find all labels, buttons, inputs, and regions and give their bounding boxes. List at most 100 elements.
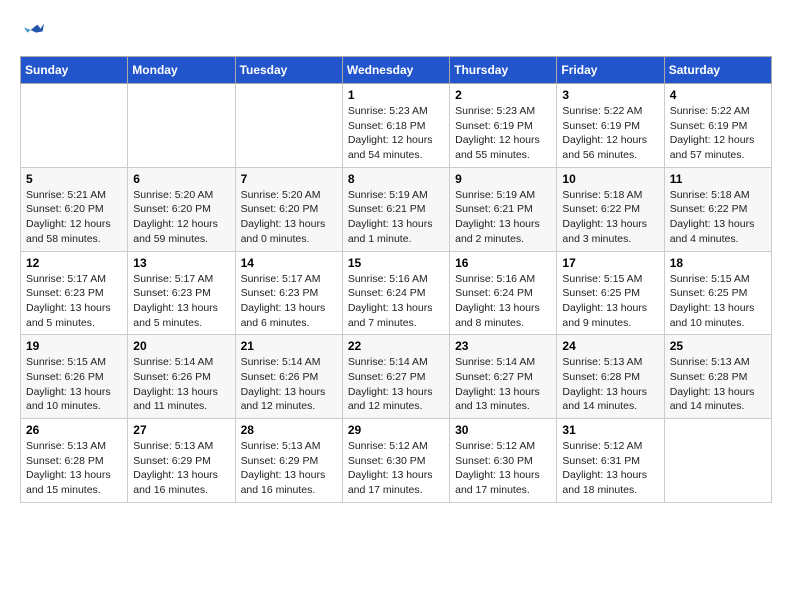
day-info: Sunrise: 5:23 AM Sunset: 6:19 PM Dayligh…	[455, 104, 551, 163]
day-info: Sunrise: 5:22 AM Sunset: 6:19 PM Dayligh…	[562, 104, 658, 163]
day-info: Sunrise: 5:14 AM Sunset: 6:27 PM Dayligh…	[348, 355, 444, 414]
calendar-day-cell: 4 Sunrise: 5:22 AM Sunset: 6:19 PM Daylig…	[664, 84, 771, 168]
day-info: Sunrise: 5:14 AM Sunset: 6:26 PM Dayligh…	[241, 355, 337, 414]
calendar-day-cell: 5 Sunrise: 5:21 AM Sunset: 6:20 PM Daylig…	[21, 167, 128, 251]
day-number: 22	[348, 339, 444, 353]
calendar-day-cell: 29 Sunrise: 5:12 AM Sunset: 6:30 PM Dayli…	[342, 419, 449, 503]
day-info: Sunrise: 5:13 AM Sunset: 6:29 PM Dayligh…	[133, 439, 229, 498]
calendar-day-cell: 30 Sunrise: 5:12 AM Sunset: 6:30 PM Dayli…	[450, 419, 557, 503]
day-info: Sunrise: 5:18 AM Sunset: 6:22 PM Dayligh…	[670, 188, 766, 247]
day-number: 3	[562, 88, 658, 102]
calendar-day-cell: 13Sunrise: 5:17 AM Sunset: 6:23 PM Dayli…	[128, 251, 235, 335]
calendar-day-cell: 3 Sunrise: 5:22 AM Sunset: 6:19 PM Daylig…	[557, 84, 664, 168]
calendar-day-cell: 31 Sunrise: 5:12 AM Sunset: 6:31 PM Dayli…	[557, 419, 664, 503]
day-number: 30	[455, 423, 551, 437]
day-number: 8	[348, 172, 444, 186]
day-number: 4	[670, 88, 766, 102]
day-info: Sunrise: 5:21 AM Sunset: 6:20 PM Dayligh…	[26, 188, 122, 247]
day-info: Sunrise: 5:19 AM Sunset: 6:21 PM Dayligh…	[348, 188, 444, 247]
calendar-table: SundayMondayTuesdayWednesdayThursdayFrid…	[20, 56, 772, 503]
day-number: 7	[241, 172, 337, 186]
calendar-day-cell: 8 Sunrise: 5:19 AM Sunset: 6:21 PM Daylig…	[342, 167, 449, 251]
calendar-day-cell: 23Sunrise: 5:14 AM Sunset: 6:27 PM Dayli…	[450, 335, 557, 419]
logo-bird-icon	[24, 20, 44, 40]
day-number: 19	[26, 339, 122, 353]
day-info: Sunrise: 5:13 AM Sunset: 6:28 PM Dayligh…	[670, 355, 766, 414]
calendar-day-cell	[21, 84, 128, 168]
weekday-header: Tuesday	[235, 57, 342, 84]
day-number: 5	[26, 172, 122, 186]
day-number: 20	[133, 339, 229, 353]
weekday-header: Wednesday	[342, 57, 449, 84]
day-info: Sunrise: 5:13 AM Sunset: 6:29 PM Dayligh…	[241, 439, 337, 498]
day-info: Sunrise: 5:14 AM Sunset: 6:26 PM Dayligh…	[133, 355, 229, 414]
calendar-week-row: 19 Sunrise: 5:15 AM Sunset: 6:26 PM Dayli…	[21, 335, 772, 419]
day-info: Sunrise: 5:16 AM Sunset: 6:24 PM Dayligh…	[348, 272, 444, 331]
calendar-day-cell	[664, 419, 771, 503]
day-number: 28	[241, 423, 337, 437]
calendar-day-cell: 18 Sunrise: 5:15 AM Sunset: 6:25 PM Dayli…	[664, 251, 771, 335]
day-number: 11	[670, 172, 766, 186]
weekday-header: Thursday	[450, 57, 557, 84]
calendar-day-cell	[128, 84, 235, 168]
day-info: Sunrise: 5:17 AM Sunset: 6:23 PM Dayligh…	[241, 272, 337, 331]
calendar-day-cell: 10Sunrise: 5:18 AM Sunset: 6:22 PM Dayli…	[557, 167, 664, 251]
day-info: Sunrise: 5:12 AM Sunset: 6:30 PM Dayligh…	[348, 439, 444, 498]
weekday-header: Sunday	[21, 57, 128, 84]
calendar-week-row: 5 Sunrise: 5:21 AM Sunset: 6:20 PM Daylig…	[21, 167, 772, 251]
calendar-day-cell: 25 Sunrise: 5:13 AM Sunset: 6:28 PM Dayli…	[664, 335, 771, 419]
calendar-day-cell: 2 Sunrise: 5:23 AM Sunset: 6:19 PM Daylig…	[450, 84, 557, 168]
day-info: Sunrise: 5:16 AM Sunset: 6:24 PM Dayligh…	[455, 272, 551, 331]
day-info: Sunrise: 5:22 AM Sunset: 6:19 PM Dayligh…	[670, 104, 766, 163]
calendar-day-cell: 11 Sunrise: 5:18 AM Sunset: 6:22 PM Dayli…	[664, 167, 771, 251]
weekday-header: Monday	[128, 57, 235, 84]
calendar-day-cell: 20 Sunrise: 5:14 AM Sunset: 6:26 PM Dayli…	[128, 335, 235, 419]
day-info: Sunrise: 5:12 AM Sunset: 6:31 PM Dayligh…	[562, 439, 658, 498]
calendar-day-cell: 22 Sunrise: 5:14 AM Sunset: 6:27 PM Dayli…	[342, 335, 449, 419]
day-number: 29	[348, 423, 444, 437]
calendar-day-cell: 19 Sunrise: 5:15 AM Sunset: 6:26 PM Dayli…	[21, 335, 128, 419]
day-info: Sunrise: 5:23 AM Sunset: 6:18 PM Dayligh…	[348, 104, 444, 163]
calendar-day-cell: 1 Sunrise: 5:23 AM Sunset: 6:18 PM Daylig…	[342, 84, 449, 168]
calendar-day-cell: 28 Sunrise: 5:13 AM Sunset: 6:29 PM Dayli…	[235, 419, 342, 503]
calendar-day-cell: 26Sunrise: 5:13 AM Sunset: 6:28 PM Dayli…	[21, 419, 128, 503]
day-info: Sunrise: 5:13 AM Sunset: 6:28 PM Dayligh…	[562, 355, 658, 414]
day-number: 1	[348, 88, 444, 102]
day-info: Sunrise: 5:15 AM Sunset: 6:25 PM Dayligh…	[670, 272, 766, 331]
calendar-day-cell: 16 Sunrise: 5:16 AM Sunset: 6:24 PM Dayli…	[450, 251, 557, 335]
calendar-week-row: 26Sunrise: 5:13 AM Sunset: 6:28 PM Dayli…	[21, 419, 772, 503]
day-number: 25	[670, 339, 766, 353]
day-number: 18	[670, 256, 766, 270]
day-number: 17	[562, 256, 658, 270]
calendar-week-row: 1 Sunrise: 5:23 AM Sunset: 6:18 PM Daylig…	[21, 84, 772, 168]
day-info: Sunrise: 5:19 AM Sunset: 6:21 PM Dayligh…	[455, 188, 551, 247]
weekday-header: Friday	[557, 57, 664, 84]
day-number: 27	[133, 423, 229, 437]
day-info: Sunrise: 5:15 AM Sunset: 6:26 PM Dayligh…	[26, 355, 122, 414]
day-number: 13	[133, 256, 229, 270]
calendar-day-cell: 12Sunrise: 5:17 AM Sunset: 6:23 PM Dayli…	[21, 251, 128, 335]
day-number: 23	[455, 339, 551, 353]
calendar-day-cell: 27 Sunrise: 5:13 AM Sunset: 6:29 PM Dayli…	[128, 419, 235, 503]
day-number: 6	[133, 172, 229, 186]
day-number: 21	[241, 339, 337, 353]
calendar-day-cell	[235, 84, 342, 168]
day-info: Sunrise: 5:17 AM Sunset: 6:23 PM Dayligh…	[26, 272, 122, 331]
calendar-day-cell: 6 Sunrise: 5:20 AM Sunset: 6:20 PM Daylig…	[128, 167, 235, 251]
day-info: Sunrise: 5:20 AM Sunset: 6:20 PM Dayligh…	[133, 188, 229, 247]
day-number: 31	[562, 423, 658, 437]
day-number: 9	[455, 172, 551, 186]
day-info: Sunrise: 5:12 AM Sunset: 6:30 PM Dayligh…	[455, 439, 551, 498]
calendar-header-row: SundayMondayTuesdayWednesdayThursdayFrid…	[21, 57, 772, 84]
calendar-day-cell: 21 Sunrise: 5:14 AM Sunset: 6:26 PM Dayli…	[235, 335, 342, 419]
calendar-day-cell: 9 Sunrise: 5:19 AM Sunset: 6:21 PM Daylig…	[450, 167, 557, 251]
day-info: Sunrise: 5:18 AM Sunset: 6:22 PM Dayligh…	[562, 188, 658, 247]
day-number: 16	[455, 256, 551, 270]
logo	[20, 20, 46, 40]
page-header	[20, 20, 772, 40]
calendar-day-cell: 17Sunrise: 5:15 AM Sunset: 6:25 PM Dayli…	[557, 251, 664, 335]
day-number: 26	[26, 423, 122, 437]
calendar-day-cell: 7Sunrise: 5:20 AM Sunset: 6:20 PM Daylig…	[235, 167, 342, 251]
day-number: 2	[455, 88, 551, 102]
calendar-week-row: 12Sunrise: 5:17 AM Sunset: 6:23 PM Dayli…	[21, 251, 772, 335]
